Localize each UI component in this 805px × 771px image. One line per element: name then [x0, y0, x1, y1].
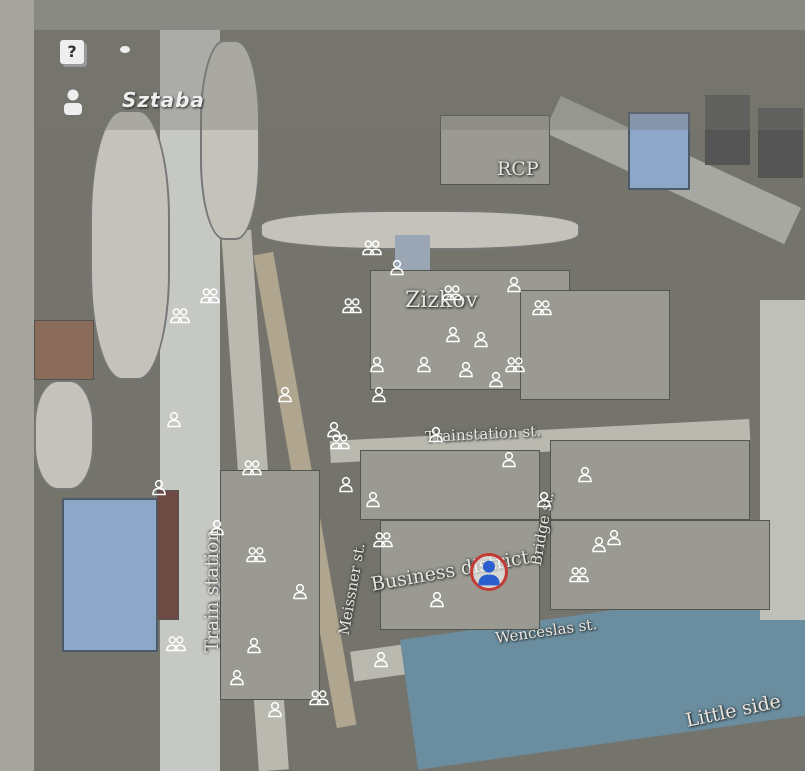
squad-marker-icon[interactable]: [371, 530, 395, 548]
player-marker-icon[interactable]: [370, 385, 388, 403]
squad-marker-icon[interactable]: [198, 286, 222, 304]
player-marker-icon[interactable]: [266, 700, 284, 718]
player-marker-icon[interactable]: [576, 465, 594, 483]
player-marker-icon[interactable]: [364, 490, 382, 508]
squad-marker-icon[interactable]: [168, 306, 192, 324]
squad-marker-icon[interactable]: [503, 355, 527, 373]
squad-marker-icon[interactable]: [164, 634, 188, 652]
player-marker-icon[interactable]: [457, 360, 475, 378]
squad-marker-icon[interactable]: [530, 298, 554, 316]
player-marker-icon[interactable]: [505, 275, 523, 293]
map-label-rcp: RCP: [497, 158, 539, 180]
squad-marker-icon[interactable]: [240, 458, 264, 476]
squad-marker-icon[interactable]: [340, 296, 364, 314]
player-marker-icon[interactable]: [276, 385, 294, 403]
player-marker-icon[interactable]: [337, 475, 355, 493]
player-marker-icon[interactable]: [208, 518, 226, 536]
player-name: Sztaba: [122, 88, 205, 112]
player-marker-icon[interactable]: [291, 582, 309, 600]
squad-marker-icon[interactable]: [440, 283, 464, 301]
squad-marker-icon[interactable]: [567, 565, 591, 583]
player-marker-icon[interactable]: [368, 355, 386, 373]
player-marker-icon[interactable]: [245, 636, 263, 654]
player-marker-icon[interactable]: [427, 425, 445, 443]
squad-marker-icon[interactable]: [307, 688, 331, 706]
map-label-train-station: Train station: [200, 529, 223, 653]
player-marker-icon[interactable]: [500, 450, 518, 468]
player-marker-icon[interactable]: [228, 668, 246, 686]
player-marker-icon[interactable]: [472, 330, 490, 348]
player-marker-icon[interactable]: [388, 258, 406, 276]
player-icon: [478, 560, 500, 586]
player-avatar-icon: [64, 89, 82, 115]
player-marker-icon[interactable]: [415, 355, 433, 373]
squad-marker-icon[interactable]: [244, 545, 268, 563]
status-dot-icon: [120, 46, 130, 53]
player-marker-icon[interactable]: [428, 590, 446, 608]
player-marker-icon[interactable]: [444, 325, 462, 343]
player-marker-icon[interactable]: [372, 650, 390, 668]
player-marker-icon[interactable]: [165, 410, 183, 428]
player-marker-icon[interactable]: [150, 478, 168, 496]
player-marker-icon[interactable]: [605, 528, 623, 546]
squad-marker-icon[interactable]: [360, 238, 384, 256]
player-marker-icon[interactable]: [535, 490, 553, 508]
player-location-marker[interactable]: [470, 553, 508, 591]
question-book-icon[interactable]: ?: [60, 40, 84, 64]
map-label-meissner-st: Meissner st.: [334, 541, 369, 637]
hud-panel: [34, 30, 804, 130]
squad-marker-icon[interactable]: [328, 432, 352, 450]
